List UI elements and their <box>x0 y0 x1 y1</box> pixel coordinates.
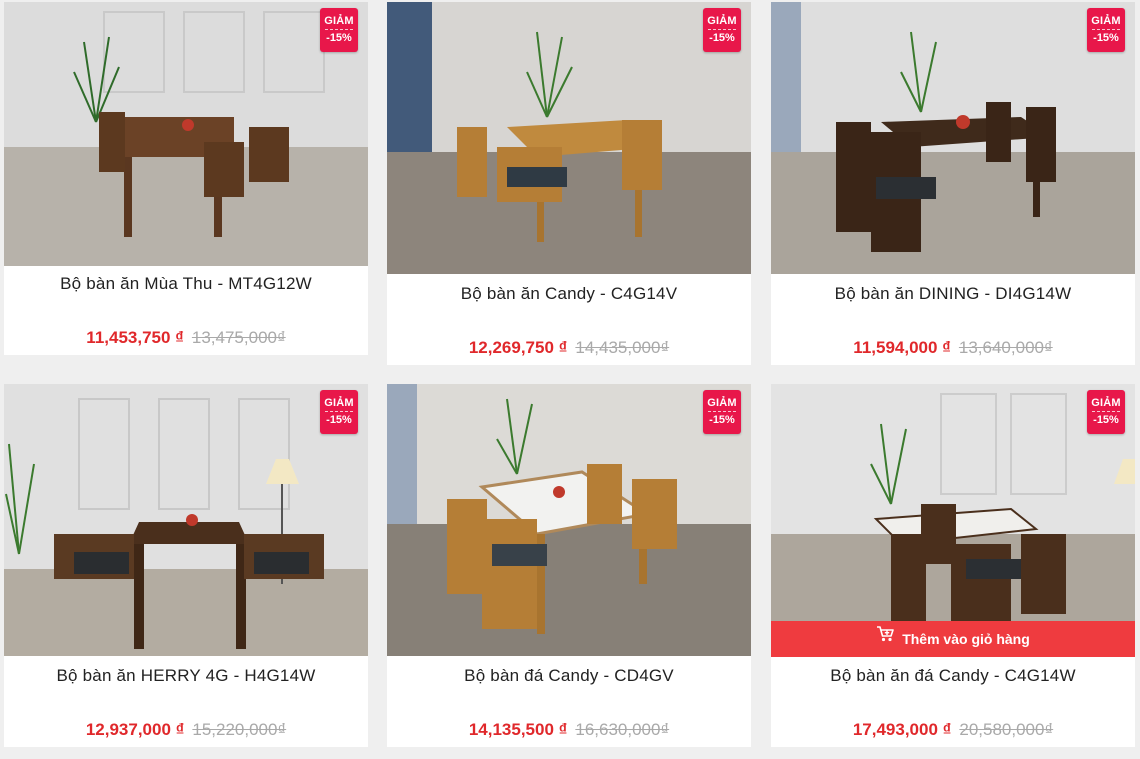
product-card[interactable]: GIẢM -15% Thêm vào giỏ hàng Bộ bàn ăn đá… <box>771 384 1135 747</box>
badge-percent: -15% <box>326 32 352 44</box>
product-prices: 14,135,500 ₫ 16,630,000₫ <box>387 720 751 740</box>
product-card[interactable]: GIẢM -15% Bộ bàn ăn HERRY 4G - H4G14W 12… <box>4 384 368 747</box>
sale-price: 14,135,500 ₫ <box>468 720 568 739</box>
sale-price: 12,269,750 ₫ <box>468 338 568 357</box>
product-prices: 11,594,000 ₫ 13,640,000₫ <box>771 338 1135 358</box>
sale-price: 12,937,000 ₫ <box>85 720 185 739</box>
badge-percent: -15% <box>1093 414 1119 426</box>
badge-percent: -15% <box>326 414 352 426</box>
badge-label: GIẢM <box>1091 15 1121 27</box>
product-title[interactable]: Bộ bàn ăn Mùa Thu - MT4G12W <box>4 274 368 294</box>
badge-label: GIẢM <box>707 15 737 27</box>
sale-price: 17,493,000 ₫ <box>852 720 952 739</box>
product-prices: 12,937,000 ₫ 15,220,000₫ <box>4 720 368 740</box>
discount-badge: GIẢM -15% <box>1087 8 1125 52</box>
badge-percent: -15% <box>1093 32 1119 44</box>
product-image[interactable] <box>4 384 368 656</box>
product-title[interactable]: Bộ bàn ăn Candy - C4G14V <box>387 284 751 304</box>
original-price: 16,630,000₫ <box>575 720 670 739</box>
original-price: 14,435,000₫ <box>575 338 670 357</box>
badge-percent: -15% <box>709 414 735 426</box>
product-card[interactable]: GIẢM -15% Bộ bàn ăn Mùa Thu - MT4G12W 11… <box>4 2 368 355</box>
product-image[interactable] <box>771 2 1135 274</box>
product-prices: 11,453,750 ₫ 13,475,000₫ <box>4 328 368 348</box>
product-title[interactable]: Bộ bàn ăn đá Candy - C4G14W <box>771 666 1135 686</box>
sale-price: 11,453,750 ₫ <box>86 328 184 347</box>
product-card[interactable]: GIẢM -15% Bộ bàn ăn DINING - DI4G14W 11,… <box>771 2 1135 365</box>
badge-divider <box>325 29 353 30</box>
product-title[interactable]: Bộ bàn ăn HERRY 4G - H4G14W <box>4 666 368 686</box>
product-card[interactable]: GIẢM -15% Bộ bàn ăn Candy - C4G14V 12,26… <box>387 2 751 365</box>
badge-label: GIẢM <box>324 15 354 27</box>
product-title[interactable]: Bộ bàn ăn DINING - DI4G14W <box>771 284 1135 304</box>
product-image[interactable] <box>771 384 1135 656</box>
discount-badge: GIẢM -15% <box>703 390 741 434</box>
product-image[interactable] <box>387 384 751 656</box>
original-price: 13,640,000₫ <box>958 338 1053 357</box>
badge-divider <box>325 411 353 412</box>
product-prices: 12,269,750 ₫ 14,435,000₫ <box>387 338 751 358</box>
product-prices: 17,493,000 ₫ 20,580,000₫ <box>771 720 1135 740</box>
discount-badge: GIẢM -15% <box>320 8 358 52</box>
cart-plus-icon <box>876 620 896 656</box>
add-to-cart-label: Thêm vào giỏ hàng <box>902 631 1030 647</box>
original-price: 20,580,000₫ <box>959 720 1054 739</box>
sale-price: 11,594,000 ₫ <box>853 338 951 357</box>
badge-divider <box>708 411 736 412</box>
discount-badge: GIẢM -15% <box>1087 390 1125 434</box>
original-price: 13,475,000₫ <box>191 328 286 347</box>
badge-percent: -15% <box>709 32 735 44</box>
badge-label: GIẢM <box>1091 397 1121 409</box>
product-image[interactable] <box>387 2 751 274</box>
product-title[interactable]: Bộ bàn đá Candy - CD4GV <box>387 666 751 686</box>
product-card[interactable]: GIẢM -15% Bộ bàn đá Candy - CD4GV 14,135… <box>387 384 751 747</box>
product-image[interactable] <box>4 2 368 266</box>
discount-badge: GIẢM -15% <box>320 390 358 434</box>
badge-divider <box>1092 411 1120 412</box>
badge-divider <box>708 29 736 30</box>
add-to-cart-button[interactable]: Thêm vào giỏ hàng <box>771 621 1135 657</box>
badge-label: GIẢM <box>707 397 737 409</box>
original-price: 15,220,000₫ <box>192 720 287 739</box>
badge-label: GIẢM <box>324 397 354 409</box>
discount-badge: GIẢM -15% <box>703 8 741 52</box>
badge-divider <box>1092 29 1120 30</box>
